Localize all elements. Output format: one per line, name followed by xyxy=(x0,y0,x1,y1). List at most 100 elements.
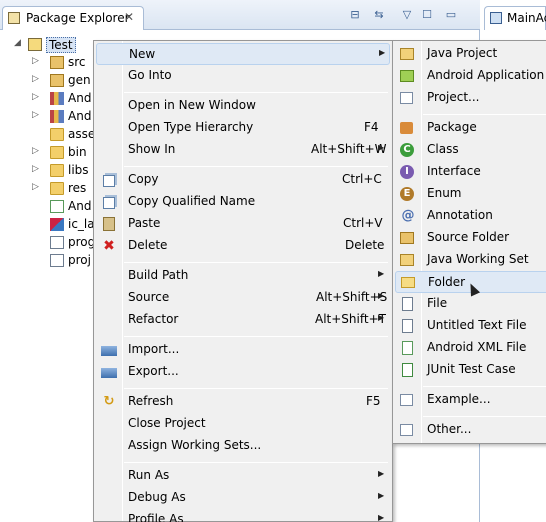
menu-item-close-project[interactable]: Close Project xyxy=(96,413,390,435)
submenu-arrow-icon: ▶ xyxy=(378,469,385,478)
menu-item-android-xml-file[interactable]: Android XML File xyxy=(395,337,546,359)
collapse-arrow-icon[interactable]: ◢ xyxy=(14,38,21,48)
menu-item-build-path[interactable]: Build Path ▶ xyxy=(96,265,390,287)
close-icon[interactable]: ✕ xyxy=(124,10,134,24)
minimize-icon[interactable]: ☐ xyxy=(420,8,434,22)
tree-item-project[interactable]: ◢ Test xyxy=(14,36,78,54)
example-icon xyxy=(400,394,413,406)
folder-icon xyxy=(401,277,415,288)
expand-arrow-icon[interactable]: ▷ xyxy=(32,164,39,174)
package-explorer-icon xyxy=(8,12,20,24)
expand-arrow-icon[interactable]: ▷ xyxy=(32,74,39,84)
menu-item-label: Run As xyxy=(128,468,170,482)
other-icon xyxy=(400,424,413,436)
menu-item-refactor[interactable]: Refactor Alt+Shift+T ▶ xyxy=(96,309,390,331)
menu-item-shortcut: Alt+Shift+S xyxy=(316,290,388,304)
maximize-icon[interactable]: ▭ xyxy=(444,8,458,22)
menu-item-enum[interactable]: E Enum xyxy=(395,183,546,205)
expand-arrow-icon[interactable]: ▷ xyxy=(32,182,39,192)
menu-item-label: Other... xyxy=(427,422,472,436)
image-file-icon xyxy=(50,218,64,231)
file-icon xyxy=(50,236,64,249)
menu-item-assign-working-sets[interactable]: Assign Working Sets... xyxy=(96,435,390,457)
menu-item-copy-qualified-name[interactable]: Copy Qualified Name xyxy=(96,191,390,213)
menu-separator xyxy=(124,388,388,389)
submenu-arrow-icon: ▶ xyxy=(378,291,385,300)
class-icon: C xyxy=(400,143,414,157)
menu-item-label: Paste xyxy=(128,216,161,230)
menu-item-open-new-window[interactable]: Open in New Window xyxy=(96,95,390,117)
view-menu-icon[interactable]: ▽ xyxy=(400,8,414,22)
menu-item-profile-as[interactable]: Profile As ▶ xyxy=(96,509,390,522)
folder-icon xyxy=(50,164,64,177)
java-file-icon xyxy=(490,12,502,24)
menu-item-label: Source Folder xyxy=(427,230,510,244)
menu-separator xyxy=(124,262,388,263)
menu-item-source[interactable]: Source Alt+Shift+S ▶ xyxy=(96,287,390,309)
tab-main-activity[interactable]: MainAc xyxy=(484,6,546,30)
menu-item-show-in[interactable]: Show In Alt+Shift+W ▶ xyxy=(96,139,390,161)
menu-item-shortcut: Delete xyxy=(345,238,385,252)
menu-item-interface[interactable]: I Interface xyxy=(395,161,546,183)
tree-item-label: src xyxy=(68,55,86,69)
menu-item-label: Profile As xyxy=(128,512,184,522)
menu-item-import[interactable]: Import... xyxy=(96,339,390,361)
submenu-arrow-icon: ▶ xyxy=(378,313,385,322)
menu-item-copy[interactable]: Copy Ctrl+C xyxy=(96,169,390,191)
expand-arrow-icon[interactable]: ▷ xyxy=(32,146,39,156)
copy-icon xyxy=(103,197,115,209)
menu-item-go-into[interactable]: Go Into xyxy=(96,65,390,87)
menu-item-label: Debug As xyxy=(128,490,186,504)
menu-item-refresh[interactable]: ↻ Refresh F5 xyxy=(96,391,390,413)
link-with-editor-icon[interactable]: ⇆ xyxy=(372,8,386,22)
tab-label: MainAc xyxy=(507,11,546,25)
menu-item-java-project[interactable]: Java Project xyxy=(395,43,546,65)
menu-item-shortcut: F4 xyxy=(364,120,379,134)
tab-package-explorer[interactable]: Package Explorer ✕ xyxy=(2,6,144,30)
menu-item-class[interactable]: C Class xyxy=(395,139,546,161)
file-icon xyxy=(50,254,64,267)
menu-separator xyxy=(423,416,546,417)
expand-arrow-icon[interactable]: ▷ xyxy=(32,110,39,120)
expand-arrow-icon[interactable]: ▷ xyxy=(32,56,39,66)
menu-item-new[interactable]: New ▶ xyxy=(96,43,390,65)
annotation-icon: @ xyxy=(401,208,415,223)
menu-item-example[interactable]: Example... xyxy=(395,389,546,411)
menu-separator xyxy=(124,462,388,463)
expand-arrow-icon[interactable]: ▷ xyxy=(32,92,39,102)
menu-item-export[interactable]: Export... xyxy=(96,361,390,383)
submenu-arrow-icon: ▶ xyxy=(378,513,385,522)
menu-separator xyxy=(124,336,388,337)
folder-icon xyxy=(50,146,64,159)
menu-item-debug-as[interactable]: Debug As ▶ xyxy=(96,487,390,509)
menu-item-label: Untitled Text File xyxy=(427,318,527,332)
tree-item-label: And xyxy=(68,199,92,213)
menu-item-shortcut: F5 xyxy=(366,394,381,408)
menu-item-run-as[interactable]: Run As ▶ xyxy=(96,465,390,487)
collapse-all-icon[interactable]: ⊟ xyxy=(348,8,362,22)
menu-item-java-working-set[interactable]: Java Working Set xyxy=(395,249,546,271)
menu-item-label: Copy xyxy=(128,172,159,186)
menu-item-untitled-text-file[interactable]: Untitled Text File xyxy=(395,315,546,337)
menu-item-paste[interactable]: Paste Ctrl+V xyxy=(96,213,390,235)
folder-icon xyxy=(50,128,64,141)
menu-item-annotation[interactable]: @ Annotation xyxy=(395,205,546,227)
copy-icon xyxy=(103,175,115,187)
menu-item-junit-test-case[interactable]: JUnit Test Case xyxy=(395,359,546,381)
junit-icon xyxy=(402,363,413,377)
tree-item-label: Test xyxy=(46,37,76,53)
library-icon xyxy=(50,92,64,105)
menu-item-label: Java Working Set xyxy=(427,252,529,266)
tree-item-label: bin xyxy=(68,145,87,159)
menu-item-label: Enum xyxy=(427,186,462,200)
menu-item-project[interactable]: Project... xyxy=(395,87,546,109)
menu-separator xyxy=(124,166,388,167)
menu-item-label: Refactor xyxy=(128,312,179,326)
android-project-icon xyxy=(28,38,42,51)
menu-item-delete[interactable]: ✖ Delete Delete xyxy=(96,235,390,257)
menu-item-android-application-project[interactable]: Android Application Pr xyxy=(395,65,546,87)
menu-item-other[interactable]: Other... xyxy=(395,419,546,441)
menu-item-source-folder[interactable]: Source Folder xyxy=(395,227,546,249)
menu-item-open-type-hierarchy[interactable]: Open Type Hierarchy F4 xyxy=(96,117,390,139)
menu-item-package[interactable]: Package xyxy=(395,117,546,139)
